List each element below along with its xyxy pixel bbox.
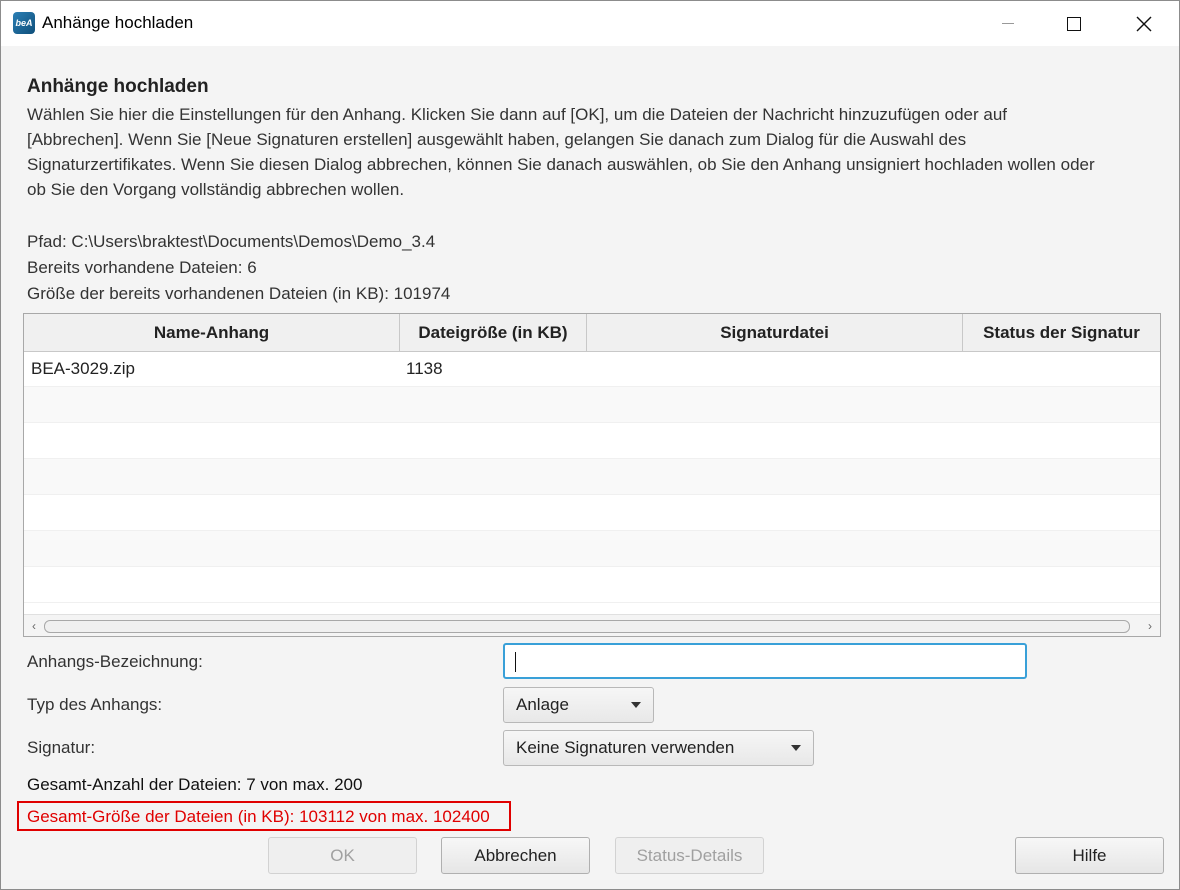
attachment-name-input[interactable]	[503, 643, 1027, 679]
cell-size: 1138	[406, 359, 443, 378]
column-header-size[interactable]: Dateigröße (in KB)	[400, 314, 587, 351]
table-header: Name-Anhang Dateigröße (in KB) Signaturd…	[24, 314, 1160, 352]
description-line: Signaturzertifikates. Wenn Sie diesen Di…	[27, 155, 1095, 174]
minimize-button[interactable]	[985, 1, 1031, 46]
bea-app-icon: beA	[13, 12, 35, 34]
signature-select[interactable]: Keine Signaturen verwenden	[503, 730, 814, 766]
cell-name: BEA-3029.zip	[31, 359, 135, 378]
size-error-text: Gesamt-Größe der Dateien (in KB): 103112…	[27, 807, 490, 826]
existing-size-info: Größe der bereits vorhandenen Dateien (i…	[27, 284, 451, 303]
empty-row	[24, 531, 1160, 567]
existing-files-info: Bereits vorhandene Dateien: 6	[27, 258, 257, 277]
status-details-button[interactable]: Status-Details	[615, 837, 764, 874]
table-row[interactable]: BEA-3029.zip 1138	[24, 351, 1160, 387]
minimize-icon	[1002, 23, 1014, 24]
dialog-description: Wählen Sie hier die Einstellungen für de…	[27, 102, 1157, 202]
close-icon	[1136, 16, 1152, 31]
name-label: Anhangs-Bezeichnung:	[27, 652, 203, 671]
maximize-icon	[1067, 16, 1081, 31]
chevron-down-icon	[631, 702, 641, 708]
horizontal-scrollbar[interactable]: ‹ ›	[24, 614, 1160, 636]
scroll-right-icon[interactable]: ›	[1142, 617, 1158, 635]
column-header-signature-status[interactable]: Status der Signatur	[963, 314, 1160, 351]
help-button[interactable]: Hilfe	[1015, 837, 1164, 874]
total-count: Gesamt-Anzahl der Dateien: 7 von max. 20…	[27, 775, 363, 794]
empty-row	[24, 459, 1160, 495]
scrollbar-thumb[interactable]	[44, 620, 1130, 633]
title-bar[interactable]: beA Anhänge hochladen	[1, 1, 1179, 46]
signature-label: Signatur:	[27, 738, 96, 757]
scroll-left-icon[interactable]: ‹	[26, 617, 42, 635]
empty-row	[24, 567, 1160, 603]
description-line: ob Sie den Vorgang vollständig abbrechen…	[27, 180, 405, 199]
cancel-button[interactable]: Abbrechen	[441, 837, 590, 874]
description-line: [Abbrechen]. Wenn Sie [Neue Signaturen e…	[27, 130, 967, 149]
path-info: Pfad: C:\Users\braktest\Documents\Demos\…	[27, 232, 436, 251]
close-button[interactable]	[1121, 1, 1167, 46]
empty-row	[24, 495, 1160, 531]
type-select-value: Anlage	[516, 695, 569, 714]
text-caret	[515, 652, 516, 672]
signature-select-value: Keine Signaturen verwenden	[516, 738, 735, 757]
window-title: Anhänge hochladen	[42, 13, 194, 32]
attachments-table[interactable]: Name-Anhang Dateigröße (in KB) Signaturd…	[23, 313, 1161, 637]
chevron-down-icon	[791, 745, 801, 751]
empty-row	[24, 423, 1160, 459]
size-error-box: Gesamt-Größe der Dateien (in KB): 103112…	[17, 801, 511, 831]
column-header-signature-file[interactable]: Signaturdatei	[587, 314, 963, 351]
maximize-button[interactable]	[1051, 1, 1097, 46]
type-select[interactable]: Anlage	[503, 687, 654, 723]
ok-button[interactable]: OK	[268, 837, 417, 874]
type-label: Typ des Anhangs:	[27, 695, 163, 714]
column-header-name[interactable]: Name-Anhang	[24, 314, 400, 351]
empty-row	[24, 387, 1160, 423]
description-line: Wählen Sie hier die Einstellungen für de…	[27, 105, 1007, 124]
dialog-window: beA Anhänge hochladen Anhänge hochladen …	[0, 0, 1180, 890]
dialog-heading: Anhänge hochladen	[27, 76, 209, 97]
